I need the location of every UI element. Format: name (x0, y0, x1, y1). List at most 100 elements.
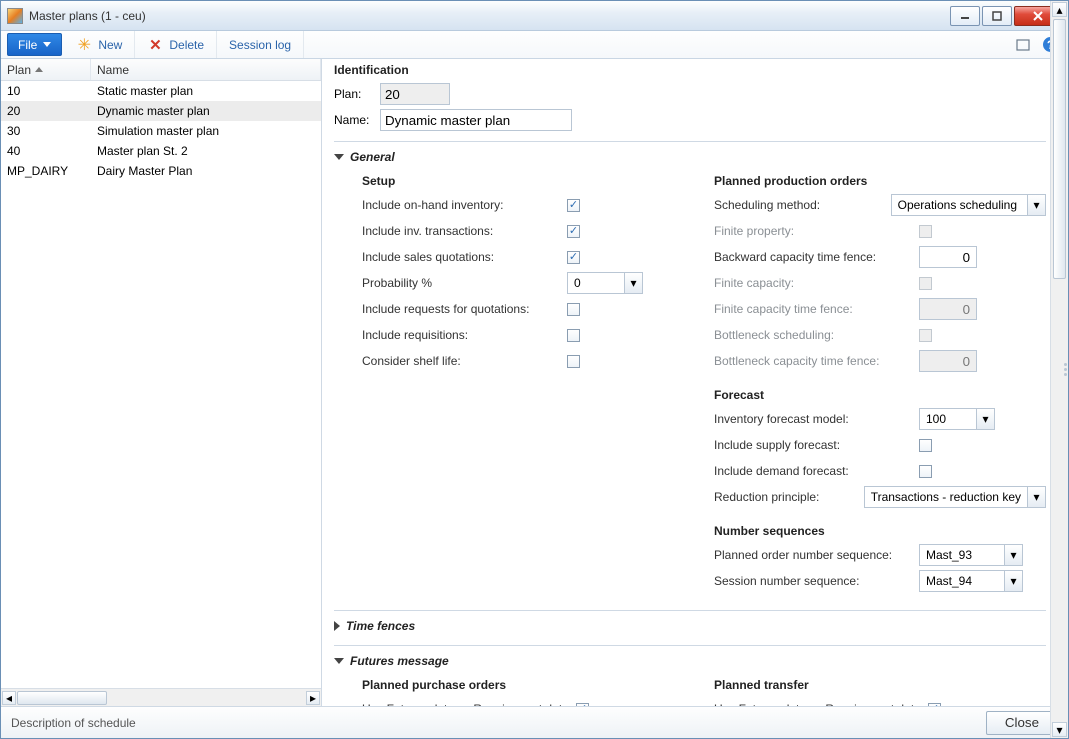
identification-title: Identification (334, 63, 1038, 77)
include-rfq-label: Include requests for quotations: (362, 302, 567, 316)
vertical-scrollbar[interactable]: ▴ ▾ (1050, 1, 1068, 738)
include-onhand-checkbox[interactable] (567, 199, 580, 212)
sort-asc-icon (35, 67, 43, 72)
close-button[interactable]: Close (986, 711, 1058, 735)
include-onhand-label: Include on-hand inventory: (362, 198, 567, 212)
collapse-icon (334, 621, 340, 631)
planned-order-seq-combo[interactable]: Mast_93▾ (919, 544, 1023, 566)
shelf-life-label: Consider shelf life: (362, 354, 567, 368)
file-menu[interactable]: File (7, 33, 62, 56)
maximize-button[interactable] (982, 6, 1012, 26)
detail-pane: Identification Plan: Name: General (322, 59, 1068, 706)
planned-prod-title: Planned production orders (714, 170, 1046, 192)
chevron-down-icon: ▾ (1027, 195, 1045, 215)
status-text: Description of schedule (11, 716, 986, 730)
include-supply-checkbox[interactable] (919, 439, 932, 452)
cell-plan: 40 (1, 144, 91, 158)
table-row[interactable]: 10Static master plan (1, 81, 321, 101)
ppo-use-futures-label: Use Futures date as Requirement date: (362, 702, 572, 706)
expand-icon (334, 658, 344, 664)
name-field[interactable] (380, 109, 572, 131)
col-header-plan[interactable]: Plan (1, 59, 91, 80)
session-log-button[interactable]: Session log (217, 31, 304, 58)
scroll-right-arrow[interactable]: ▸ (306, 691, 320, 705)
window-title: Master plans (1 - ceu) (29, 9, 950, 23)
col-header-name[interactable]: Name (91, 59, 321, 80)
bottleneck-sched-checkbox (919, 329, 932, 342)
time-fences-title: Time fences (346, 619, 415, 633)
horizontal-scrollbar[interactable]: ◂ ▸ (1, 688, 321, 706)
futures-section: Futures message Planned purchase orders … (334, 645, 1046, 706)
general-header[interactable]: General (334, 146, 1046, 168)
file-menu-label: File (18, 38, 37, 52)
pt-title: Planned transfer (714, 674, 1046, 696)
chevron-down-icon: ▾ (1004, 545, 1022, 565)
window: Master plans (1 - ceu) File ✳ New ✕ Dele… (0, 0, 1069, 739)
inv-model-combo[interactable]: 100▾ (919, 408, 995, 430)
include-demand-label: Include demand forecast: (714, 464, 919, 478)
scroll-down-arrow[interactable]: ▾ (1052, 722, 1067, 737)
setup-title: Setup (362, 170, 694, 192)
attach-button[interactable] (1009, 31, 1037, 58)
table-row[interactable]: 20Dynamic master plan (1, 101, 321, 121)
delete-icon: ✕ (147, 37, 163, 53)
sched-method-combo[interactable]: Operations scheduling▾ (891, 194, 1046, 216)
probability-label: Probability % (362, 276, 567, 290)
include-sales-quot-checkbox[interactable] (567, 251, 580, 264)
grid-header: Plan Name (1, 59, 321, 81)
backward-cap-tf-field[interactable] (919, 246, 977, 268)
pt-use-futures-checkbox[interactable] (928, 703, 941, 707)
finite-cap-tf-field (919, 298, 977, 320)
include-rfq-checkbox[interactable] (567, 303, 580, 316)
general-section: General Setup Include on-hand inventory:… (334, 141, 1046, 602)
num-seq-title: Number sequences (714, 520, 1046, 542)
minimize-button[interactable] (950, 6, 980, 26)
toolbar: File ✳ New ✕ Delete Session log ? (1, 31, 1068, 59)
finite-property-label: Finite property: (714, 224, 919, 238)
scroll-up-arrow[interactable]: ▴ (1052, 2, 1067, 17)
reduction-combo[interactable]: Transactions - reduction key▾ (864, 486, 1046, 508)
plan-grid: Plan Name 10Static master plan20Dynamic … (1, 59, 322, 706)
include-inv-trans-checkbox[interactable] (567, 225, 580, 238)
new-label: New (98, 38, 122, 52)
chevron-down-icon: ▾ (1004, 571, 1022, 591)
table-row[interactable]: MP_DAIRYDairy Master Plan (1, 161, 321, 181)
bottleneck-sched-label: Bottleneck scheduling: (714, 328, 919, 342)
shelf-life-checkbox[interactable] (567, 355, 580, 368)
attach-icon (1015, 37, 1031, 53)
cell-name: Dairy Master Plan (91, 164, 321, 178)
expand-icon (334, 154, 344, 160)
futures-header[interactable]: Futures message (334, 650, 1046, 672)
new-button[interactable]: ✳ New (64, 31, 135, 58)
inv-model-label: Inventory forecast model: (714, 412, 919, 426)
include-inv-trans-label: Include inv. transactions: (362, 224, 567, 238)
grid-rows: 10Static master plan20Dynamic master pla… (1, 81, 321, 688)
scroll-thumb[interactable] (1053, 19, 1066, 279)
sched-method-label: Scheduling method: (714, 198, 891, 212)
ppo-title: Planned purchase orders (362, 674, 694, 696)
table-row[interactable]: 40Master plan St. 2 (1, 141, 321, 161)
scroll-left-arrow[interactable]: ◂ (2, 691, 16, 705)
reduction-label: Reduction principle: (714, 490, 864, 504)
finite-capacity-checkbox (919, 277, 932, 290)
finite-cap-tf-label: Finite capacity time fence: (714, 302, 919, 316)
finite-property-checkbox (919, 225, 932, 238)
forecast-title: Forecast (714, 384, 1046, 406)
chevron-down-icon: ▾ (1027, 487, 1045, 507)
plan-field[interactable] (380, 83, 450, 105)
chevron-down-icon: ▾ (976, 409, 994, 429)
cell-name: Dynamic master plan (91, 104, 321, 118)
include-demand-checkbox[interactable] (919, 465, 932, 478)
include-req-checkbox[interactable] (567, 329, 580, 342)
table-row[interactable]: 30Simulation master plan (1, 121, 321, 141)
probability-combo[interactable]: 0▾ (567, 272, 643, 294)
session-seq-combo[interactable]: Mast_94▾ (919, 570, 1023, 592)
delete-button[interactable]: ✕ Delete (135, 31, 217, 58)
time-fences-header[interactable]: Time fences (334, 615, 1046, 637)
form-area: Identification Plan: Name: General (322, 59, 1068, 706)
plan-label: Plan: (334, 87, 380, 101)
cell-name: Static master plan (91, 84, 321, 98)
ppo-use-futures-checkbox[interactable] (576, 703, 589, 707)
general-title: General (350, 150, 395, 164)
scroll-thumb[interactable] (17, 691, 107, 705)
